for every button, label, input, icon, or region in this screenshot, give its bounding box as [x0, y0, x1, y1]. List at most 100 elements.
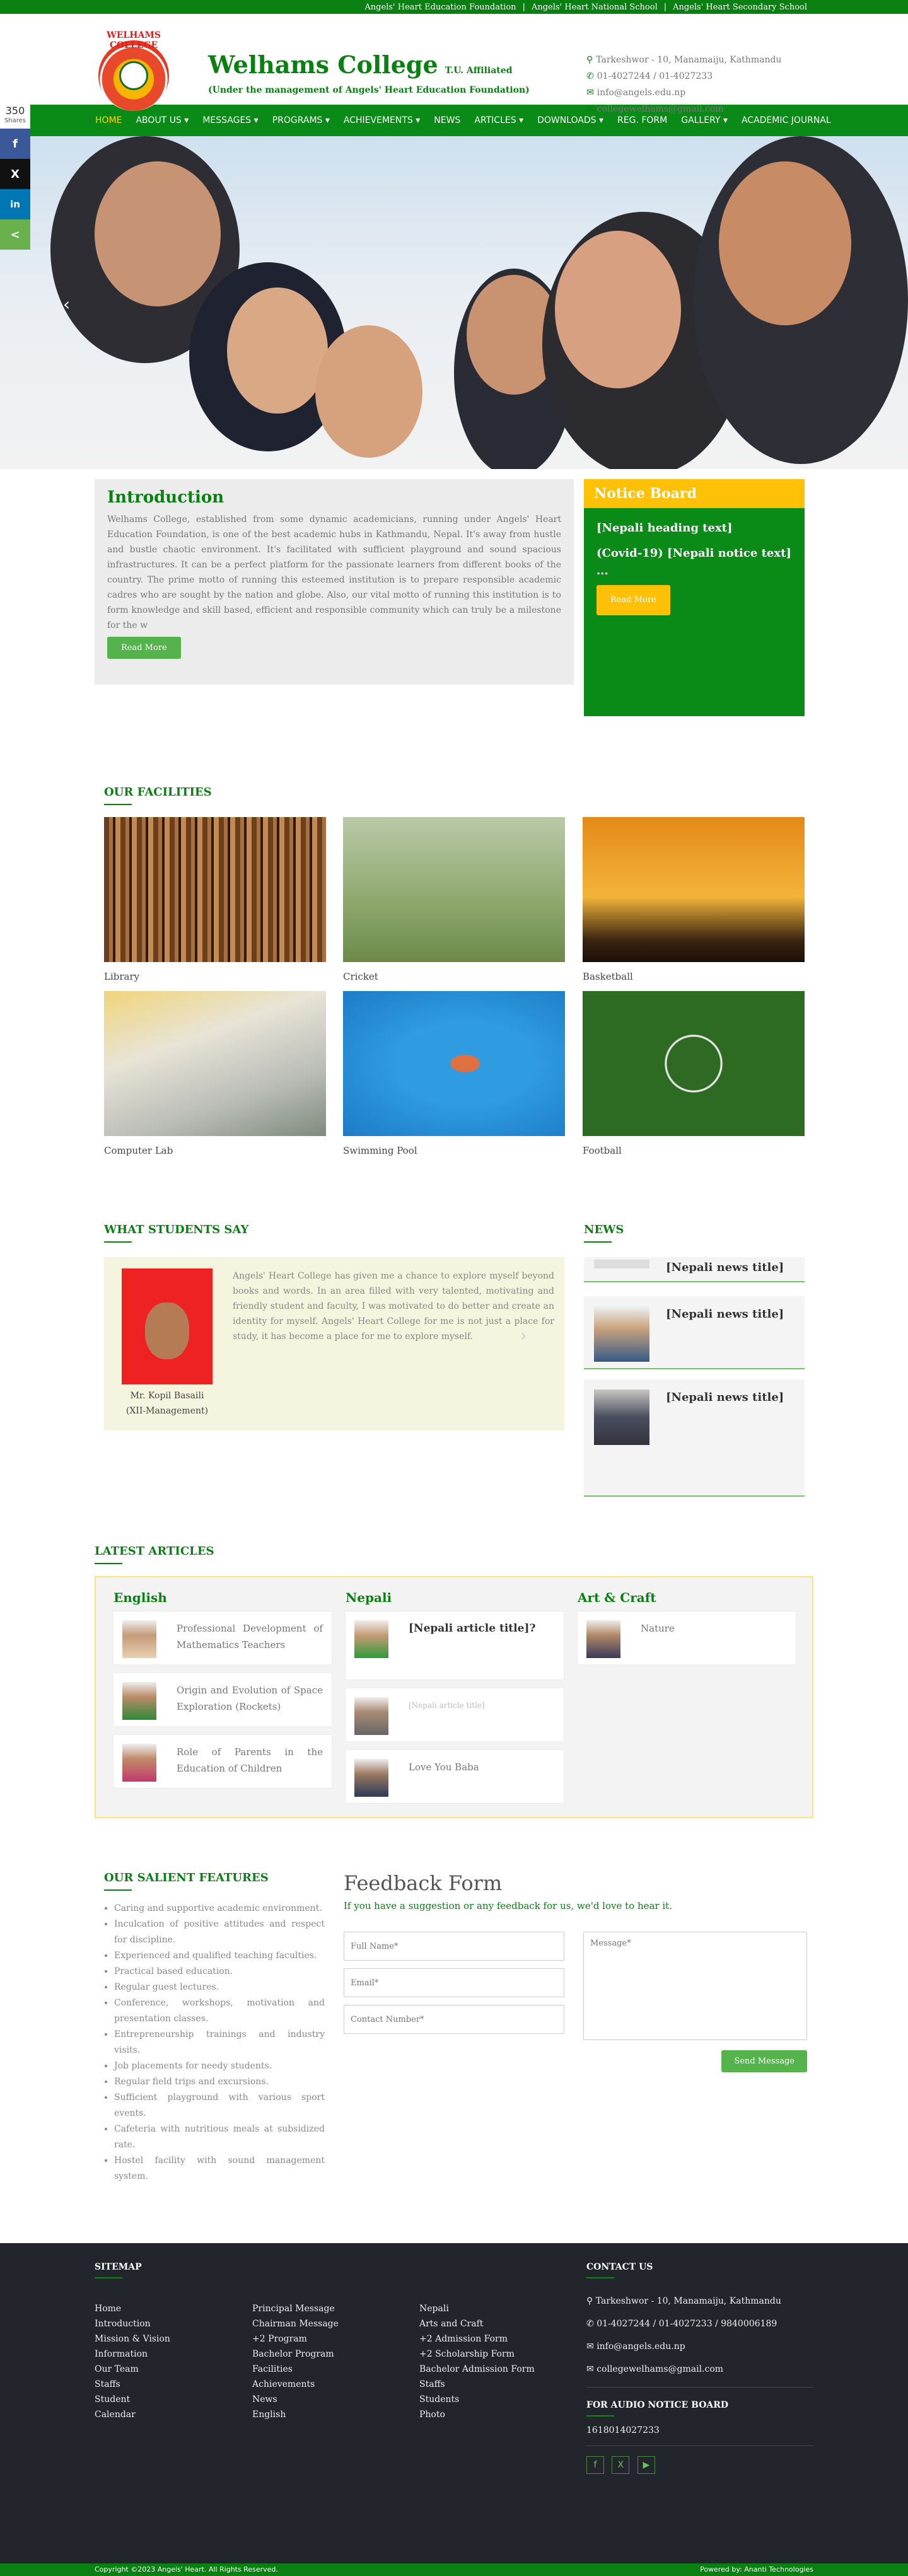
facility-card-swimming-pool[interactable]: Swimming Pool — [343, 991, 565, 1156]
article-card[interactable]: Role of Parents in the Education of Chil… — [114, 1735, 332, 1788]
footer-link[interactable]: Chairman Message — [252, 2316, 339, 2331]
send-message-button[interactable]: Send Message — [721, 2050, 807, 2072]
article-thumbnail — [586, 1620, 620, 1658]
hero-slider[interactable]: ‹ — [0, 136, 908, 469]
footer-link[interactable]: Students — [419, 2392, 535, 2407]
envelope-icon: ✉ — [586, 104, 594, 114]
slider-prev-arrow[interactable]: ‹ — [63, 294, 70, 315]
article-card[interactable]: [Nepali article title]? — [346, 1611, 564, 1680]
nav-articles[interactable]: ARTICLES ▾ — [467, 115, 530, 125]
news-item[interactable]: [Nepali news title] — [584, 1379, 805, 1497]
site-title[interactable]: Welhams College — [208, 50, 438, 79]
facility-card-cricket[interactable]: Cricket — [343, 817, 565, 982]
footer-link[interactable]: Introduction — [95, 2316, 170, 2331]
college-logo[interactable]: WELHAMS COLLEGE — [98, 30, 169, 111]
news-item[interactable]: [Nepali news title] — [584, 1257, 805, 1282]
header-email-alt[interactable]: collegewelhams@gmail.com — [597, 104, 724, 114]
footer-email-alt[interactable]: collegewelhams@gmail.com — [597, 2364, 723, 2374]
top-bar: Angels' Heart Education Foundation | Ang… — [0, 0, 908, 14]
footer-link[interactable]: Our Team — [95, 2362, 170, 2377]
facility-card-football[interactable]: Football — [583, 991, 805, 1156]
youtube-icon[interactable]: ▶ — [637, 2456, 655, 2474]
powered-by-text[interactable]: Powered by: Ananti Technologies — [700, 2565, 813, 2573]
facility-card-library[interactable]: Library — [104, 817, 326, 982]
intro-read-more-button[interactable]: Read More — [107, 637, 181, 659]
footer-link[interactable]: Bachelor Program — [252, 2347, 339, 2362]
email-input[interactable] — [344, 1968, 564, 1997]
articles-col-art-craft: Art & Craft Nature — [578, 1590, 796, 1673]
topbar-link-national-school[interactable]: Angels' Heart National School — [532, 3, 658, 12]
news-item[interactable]: [Nepali news title] — [584, 1296, 805, 1369]
footer-link[interactable]: Photo — [419, 2407, 535, 2422]
header-email[interactable]: info@angels.edu.np — [597, 88, 686, 98]
nav-messages[interactable]: MESSAGES ▾ — [195, 115, 265, 125]
chevron-down-icon: ▾ — [253, 115, 259, 125]
footer-link[interactable]: Student — [95, 2392, 170, 2407]
article-title: Professional Development of Mathematics … — [177, 1623, 323, 1651]
x-icon[interactable]: X — [612, 2456, 630, 2474]
facility-card-computer-lab[interactable]: Computer Lab — [104, 991, 326, 1156]
footer-link[interactable]: News — [252, 2392, 339, 2407]
computer-lab-image — [104, 991, 326, 1136]
nav-home[interactable]: HOME — [88, 115, 129, 125]
article-card[interactable]: [Nepali article title] — [346, 1688, 564, 1741]
share-button[interactable]: < — [0, 219, 30, 250]
copyright-text: Copyright ©2023 Angels' Heart. All Right… — [95, 2565, 278, 2573]
phone-icon: ✆ — [586, 71, 594, 81]
footer-link[interactable]: Staffs — [95, 2377, 170, 2392]
footer-link[interactable]: Staffs — [419, 2377, 535, 2392]
sitemap-col-2: Principal Message Chairman Message +2 Pr… — [252, 2301, 339, 2422]
footer-link[interactable]: +2 Program — [252, 2331, 339, 2347]
notice-text: (Covid-19) [Nepali notice text] ... — [597, 547, 791, 577]
footer-link[interactable]: Bachelor Admission Form — [419, 2362, 535, 2377]
nav-programs[interactable]: PROGRAMS ▾ — [265, 115, 337, 125]
student-face — [555, 231, 681, 388]
nav-about-us[interactable]: ABOUT US ▾ — [129, 115, 195, 125]
news-thumbnail — [594, 1390, 649, 1445]
footer-link[interactable]: Information — [95, 2347, 170, 2362]
feature-item: Experienced and qualified teaching facul… — [114, 1948, 325, 1964]
footer-link[interactable]: Achievements — [252, 2377, 339, 2392]
envelope-icon: ✉ — [586, 2341, 597, 2352]
facebook-share-button[interactable]: f — [0, 129, 30, 159]
article-thumbnail — [122, 1682, 156, 1720]
footer-address: Tarkeshwor - 10, Manamaiju, Kathmandu — [595, 2296, 781, 2306]
facebook-icon[interactable]: f — [586, 2456, 604, 2474]
footer-link[interactable]: Facilities — [252, 2362, 339, 2377]
topbar-link-foundation[interactable]: Angels' Heart Education Foundation — [364, 3, 516, 12]
article-thumbnail — [354, 1620, 388, 1658]
footer-link[interactable]: +2 Admission Form — [419, 2331, 535, 2347]
x-share-button[interactable]: X — [0, 159, 30, 189]
contact-number-input[interactable] — [344, 2005, 564, 2034]
articles-col-nepali: Nepali [Nepali article title]? [Nepali a… — [346, 1590, 564, 1812]
article-card[interactable]: Professional Development of Mathematics … — [114, 1611, 332, 1664]
footer-link[interactable]: English — [252, 2407, 339, 2422]
article-card[interactable]: Origin and Evolution of Space Exploratio… — [114, 1673, 332, 1726]
footer-link[interactable]: Arts and Craft — [419, 2316, 535, 2331]
testimonial-prev-arrow[interactable]: ‹ — [240, 1326, 246, 1345]
footer-link[interactable]: Nepali — [419, 2301, 535, 2316]
nav-news[interactable]: NEWS — [427, 115, 467, 125]
facility-card-basketball[interactable]: Basketball — [583, 817, 805, 982]
footer-link[interactable]: Home — [95, 2301, 170, 2316]
full-name-input[interactable] — [344, 1932, 564, 1961]
news-list: [Nepali news title] [Nepali news title] … — [584, 1257, 805, 1507]
footer-link[interactable]: Calendar — [95, 2407, 170, 2422]
notice-read-more-button[interactable]: Read More — [597, 585, 670, 615]
nav-achievements[interactable]: ACHIEVEMENTS ▾ — [337, 115, 427, 125]
footer-link[interactable]: Principal Message — [252, 2301, 339, 2316]
linkedin-share-button[interactable]: in — [0, 189, 30, 219]
news-headline: [Nepali news title] — [666, 1391, 784, 1404]
article-card[interactable]: Nature — [578, 1611, 796, 1664]
affiliation-label: T.U. Affiliated — [445, 66, 513, 76]
testimonial-next-arrow[interactable]: › — [520, 1326, 527, 1345]
message-textarea[interactable] — [583, 1932, 807, 2040]
footer-link[interactable]: +2 Scholarship Form — [419, 2347, 535, 2362]
news-headline: [Nepali news title] — [666, 1261, 784, 1274]
topbar-link-secondary-school[interactable]: Angels' Heart Secondary School — [673, 3, 807, 12]
footer-link[interactable]: Mission & Vision — [95, 2331, 170, 2347]
facility-caption: Cricket — [343, 971, 378, 982]
footer-email[interactable]: info@angels.edu.np — [597, 2341, 685, 2352]
facebook-icon: f — [13, 137, 18, 151]
article-card[interactable]: Love You Baba — [346, 1750, 564, 1803]
